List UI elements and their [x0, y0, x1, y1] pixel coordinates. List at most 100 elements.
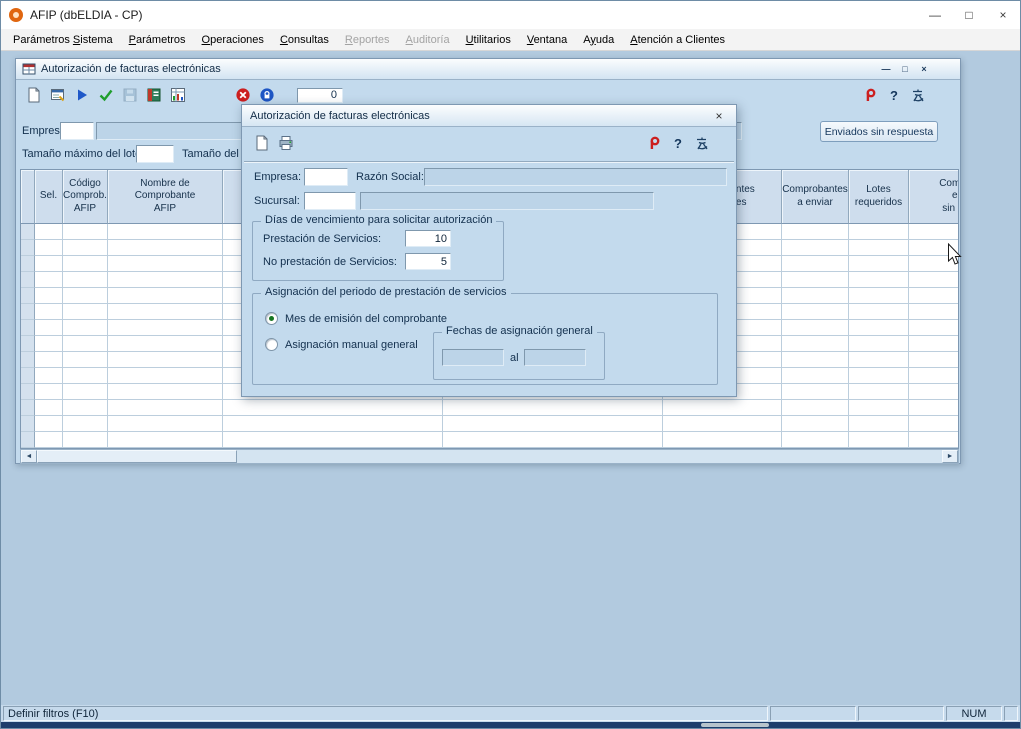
column-header-comprobantes-enviados-sin-respuesta[interactable]: Comprobantes enviados sin respuesta [909, 170, 959, 224]
menu-item-ventana[interactable]: Ventana [519, 31, 575, 49]
table-cell [21, 272, 35, 288]
dialog-support-button[interactable] [642, 133, 666, 153]
table-cell [443, 400, 663, 416]
minimize-button[interactable]: — [918, 2, 952, 28]
table-cell [63, 352, 108, 368]
radio-asignacion-manual[interactable] [265, 338, 278, 351]
dialog-new-button[interactable] [250, 133, 274, 153]
close-button[interactable]: × [986, 2, 1020, 28]
column-header-codigo-comprob-afip[interactable]: Código Comprob. AFIP [63, 170, 108, 224]
scrollbar-track[interactable] [37, 450, 942, 463]
menu-item-utilitarios[interactable]: Utilitarios [458, 31, 519, 49]
new-document-icon [254, 135, 270, 151]
menu-item-parametros-sistema[interactable]: Parámetros Sistema [5, 31, 121, 49]
authorized-status-button[interactable] [255, 85, 279, 105]
new-button[interactable] [22, 85, 46, 105]
grid-chart-icon [170, 87, 186, 103]
tamano-maximo-input[interactable] [136, 145, 174, 163]
menu-item-atencion-a-clientes[interactable]: Atención a Clientes [622, 31, 733, 49]
column-header-lotes-requeridos[interactable]: Lotes requeridos [849, 170, 909, 224]
properties-button[interactable] [46, 85, 70, 105]
fecha-hasta-input [524, 349, 586, 366]
dialog-exit-button[interactable] [690, 133, 714, 153]
cancel-status-button[interactable] [231, 85, 255, 105]
num-lock-label: NUM [961, 708, 986, 720]
no-prestacion-label: No prestación de Servicios: [263, 256, 397, 268]
confirm-button[interactable] [94, 85, 118, 105]
table-cell [909, 368, 958, 384]
app-icon [8, 7, 24, 23]
dialog-empresa-input[interactable] [304, 168, 348, 186]
menu-item-operaciones[interactable]: Operaciones [194, 31, 272, 49]
table-cell [21, 432, 35, 448]
scroll-left-button[interactable]: ◄ [21, 450, 37, 463]
child-close-button[interactable]: × [916, 63, 932, 76]
dialog-titlebar[interactable]: Autorización de facturas electrónicas × [242, 105, 736, 127]
menu-item-consultas[interactable]: Consultas [272, 31, 337, 49]
column-header-0[interactable] [21, 170, 35, 224]
run-button[interactable] [70, 85, 94, 105]
menu-item-reportes: Reportes [337, 31, 398, 49]
pending-counter: 0 [297, 88, 343, 103]
child-minimize-button[interactable]: — [878, 63, 894, 76]
menu-bar: Parámetros SistemaParámetrosOperacionesC… [1, 29, 1020, 51]
maximize-button[interactable]: □ [952, 2, 986, 28]
scroll-right-button[interactable]: ► [942, 450, 958, 463]
help-button[interactable]: ? [882, 85, 906, 105]
signature-exit-icon [694, 135, 710, 151]
lock-icon [259, 87, 275, 103]
table-cell [35, 368, 63, 384]
dialog-close-button[interactable]: × [710, 108, 728, 124]
save-icon [122, 87, 138, 103]
table-cell [909, 432, 958, 448]
table-cell [849, 240, 909, 256]
dialog-print-button[interactable] [274, 133, 298, 153]
table-cell [21, 400, 35, 416]
status-message-panel: Definir filtros (F10) [3, 706, 768, 721]
no-prestacion-input[interactable] [405, 253, 451, 270]
printer-icon [278, 135, 294, 151]
column-header-nombre-de-comprobante-afip[interactable]: Nombre de Comprobante AFIP [108, 170, 223, 224]
child-window-title: Autorización de facturas electrónicas [41, 63, 221, 75]
column-header-comprobantes-a-enviar[interactable]: Comprobantes a enviar [782, 170, 849, 224]
table-cell [849, 304, 909, 320]
exit-button[interactable] [906, 85, 930, 105]
run-icon [74, 87, 90, 103]
table-row[interactable] [21, 432, 958, 448]
child-titlebar[interactable]: Autorización de facturas electrónicas — … [16, 59, 960, 80]
table-cell [21, 288, 35, 304]
menu-item-parametros[interactable]: Parámetros [121, 31, 194, 49]
status-panel-3 [858, 706, 944, 721]
radio-mes-emision-label[interactable]: Mes de emisión del comprobante [285, 313, 447, 325]
main-titlebar[interactable]: AFIP (dbELDIA - CP) — □ × [1, 1, 1020, 29]
scrollbar-thumb[interactable] [37, 450, 237, 463]
empresa-input[interactable] [60, 122, 94, 140]
support-button[interactable] [858, 85, 882, 105]
num-lock-indicator: NUM [946, 706, 1002, 721]
asignacion-group-title: Asignación del periodo de prestación de … [261, 286, 511, 298]
enviados-sin-respuesta-button[interactable]: Enviados sin respuesta [820, 121, 938, 142]
child-restore-button[interactable]: □ [897, 63, 913, 76]
sucursal-input[interactable] [304, 192, 356, 210]
prestacion-input[interactable] [405, 230, 451, 247]
save-button [118, 85, 142, 105]
close-icon: × [999, 8, 1006, 22]
radio-asignacion-manual-label[interactable]: Asignación manual general [285, 339, 418, 351]
export-grid-button[interactable] [166, 85, 190, 105]
dialog-help-button[interactable]: ? [666, 133, 690, 153]
menu-item-ayuda[interactable]: Ayuda [575, 31, 622, 49]
radio-mes-emision[interactable] [265, 312, 278, 325]
form-properties-icon [50, 87, 66, 103]
tamano-maximo-label: Tamaño máximo del lote: [22, 148, 144, 160]
table-cell [63, 224, 108, 240]
column-header-sel[interactable]: Sel. [35, 170, 63, 224]
table-cell [909, 288, 958, 304]
table-cell [35, 272, 63, 288]
table-cell [909, 272, 958, 288]
table-horizontal-scrollbar[interactable]: ◄ ► [20, 449, 959, 464]
table-row[interactable] [21, 416, 958, 432]
table-cell [35, 288, 63, 304]
table-cell [35, 320, 63, 336]
catalog-button[interactable] [142, 85, 166, 105]
table-row[interactable] [21, 400, 958, 416]
